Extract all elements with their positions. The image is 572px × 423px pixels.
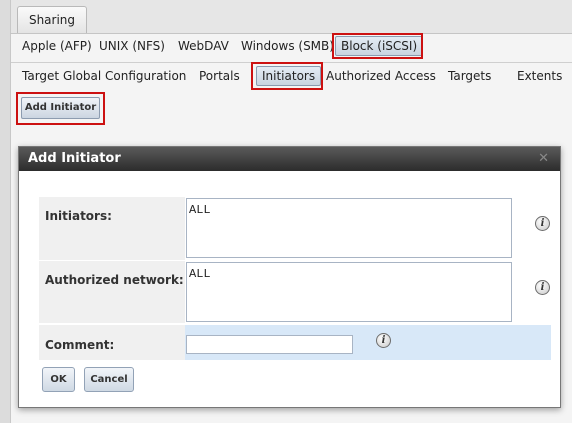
tab-target-global-configuration[interactable]: Target Global Configuration xyxy=(22,69,186,83)
ok-button[interactable]: OK xyxy=(42,367,75,392)
auth-network-label: Authorized network: xyxy=(45,273,184,287)
dialog-title-bar: Add Initiator ✕ xyxy=(19,147,560,171)
comment-info-icon[interactable]: i xyxy=(376,333,391,348)
comment-label: Comment: xyxy=(45,338,115,352)
comment-input[interactable] xyxy=(186,335,353,354)
highlight-box-add-initiator xyxy=(16,92,105,125)
initiators-label: Initiators: xyxy=(45,209,112,223)
auth-network-info-icon[interactable]: i xyxy=(535,280,550,295)
dialog-title: Add Initiator xyxy=(28,151,121,166)
tab-apple-afp[interactable]: Apple (AFP) xyxy=(22,39,92,53)
tab-authorized-access[interactable]: Authorized Access xyxy=(326,69,436,83)
highlight-box-initiators xyxy=(251,62,323,90)
tab-unix-nfs[interactable]: UNIX (NFS) xyxy=(99,39,165,53)
tab-webdav[interactable]: WebDAV xyxy=(178,39,229,53)
highlight-box-iscsi xyxy=(332,33,423,59)
initiators-label-cell xyxy=(39,197,185,260)
close-icon[interactable]: ✕ xyxy=(538,151,549,167)
tab-sharing[interactable]: Sharing xyxy=(17,6,87,33)
add-initiator-dialog: Add Initiator ✕ Initiators: ALL i Author… xyxy=(18,146,561,408)
auth-network-field[interactable]: ALL xyxy=(186,262,512,322)
left-panel-edge xyxy=(0,0,11,423)
initiators-field[interactable]: ALL xyxy=(186,198,512,258)
tab-windows-smb[interactable]: Windows (SMB) xyxy=(241,39,334,53)
tab-portals[interactable]: Portals xyxy=(199,69,240,83)
cancel-button[interactable]: Cancel xyxy=(84,367,134,392)
auth-network-label-cell xyxy=(39,261,185,323)
tab-extents[interactable]: Extents xyxy=(517,69,562,83)
initiators-info-icon[interactable]: i xyxy=(535,216,550,231)
tab-targets[interactable]: Targets xyxy=(448,69,491,83)
